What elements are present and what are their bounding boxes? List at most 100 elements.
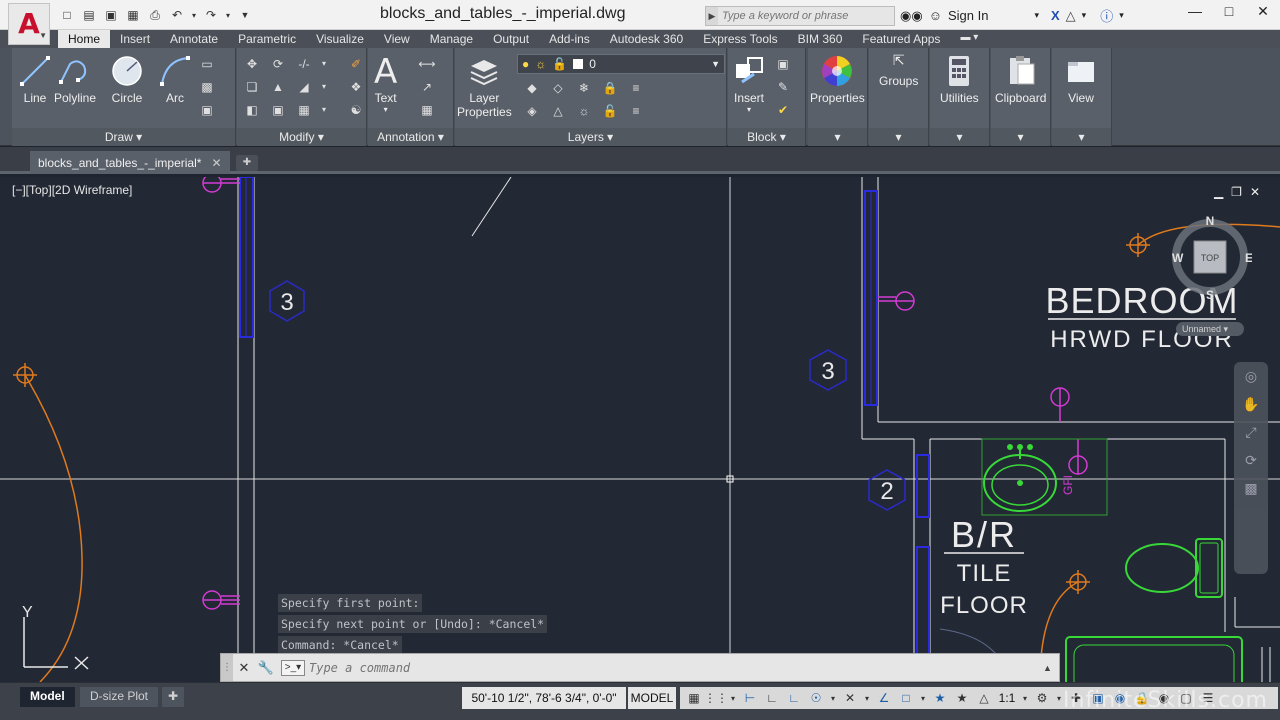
outlet-symbol[interactable]: [878, 291, 915, 311]
sink-fixture[interactable]: [983, 444, 1057, 512]
layer-unlock-icon[interactable]: 🔓: [552, 57, 567, 71]
array-dropdown-icon[interactable]: ▾: [319, 100, 329, 119]
modify-panel-title[interactable]: Modify ▾: [237, 128, 366, 146]
window-tag[interactable]: 3: [809, 349, 847, 391]
tab-view[interactable]: View: [374, 30, 420, 48]
drawing-area[interactable]: [−][Top][2D Wireframe] ▁ ❐ ✕ 3 GFI 3 2 B…: [0, 177, 1280, 682]
help-search[interactable]: ▶: [705, 6, 895, 26]
annotation-scale-icon[interactable]: △: [974, 689, 994, 707]
infer-constraints-icon[interactable]: ⊢: [740, 689, 760, 707]
annotation-visibility-icon[interactable]: ★: [930, 689, 950, 707]
minimize-icon[interactable]: —: [1178, 0, 1212, 22]
layer-on-icon[interactable]: ●: [522, 57, 529, 71]
mirror-icon[interactable]: ▲: [267, 77, 289, 96]
edit-attributes-icon[interactable]: ✔: [772, 100, 794, 119]
coordinate-readout[interactable]: 50'-10 1/2", 78'-6 3/4", 0'-0": [462, 687, 626, 709]
a360-dropdown-icon[interactable]: ▾: [1082, 10, 1087, 21]
viewcube[interactable]: TOP N S W E Unnamed ▾: [1168, 214, 1253, 336]
undo-icon[interactable]: ↶: [168, 6, 186, 24]
ribbon-options-icon[interactable]: ▬ ▾: [950, 30, 988, 48]
auto-scale-icon[interactable]: ★: [952, 689, 972, 707]
properties-expand-icon[interactable]: ▾: [808, 128, 867, 146]
layer-dropdown[interactable]: ● ☼ 🔓 0 ▼: [517, 54, 725, 74]
window-tag[interactable]: 3: [269, 280, 305, 322]
utilities-expand-icon[interactable]: ▾: [930, 128, 989, 146]
arc-button[interactable]: Arc: [158, 54, 192, 105]
boundary-icon[interactable]: ▣: [196, 100, 218, 119]
viewcube-compass[interactable]: TOP N S W E: [1168, 214, 1253, 302]
compass-west[interactable]: W: [1172, 251, 1184, 265]
outlet-symbol[interactable]: [1050, 387, 1070, 422]
new-tab-icon[interactable]: ✚: [236, 155, 258, 171]
compass-north[interactable]: N: [1206, 214, 1215, 228]
tab-autodesk-360[interactable]: Autodesk 360: [600, 30, 693, 48]
polar-tracking-icon[interactable]: ☉: [806, 689, 826, 707]
insert-button[interactable]: Insert ▾: [732, 54, 766, 114]
gfi-outlet-symbol[interactable]: GFI: [1061, 439, 1088, 495]
window-block[interactable]: [916, 454, 930, 518]
workspace-gear-icon[interactable]: ⚙: [1032, 689, 1052, 707]
showmotion-icon[interactable]: ▩: [1234, 474, 1268, 502]
layers-panel-title[interactable]: Layers ▾: [455, 128, 726, 146]
model-space-button[interactable]: MODEL: [628, 687, 676, 709]
block-panel-title[interactable]: Block ▾: [728, 128, 805, 146]
undo-dropdown-icon[interactable]: ▾: [190, 6, 198, 24]
command-input[interactable]: [309, 660, 1043, 675]
leader-icon[interactable]: ↗: [416, 77, 438, 96]
create-block-icon[interactable]: ▣: [772, 54, 794, 73]
command-line-grip-icon[interactable]: ⋮: [221, 654, 233, 681]
light-fixture[interactable]: [1126, 233, 1150, 257]
view-panel[interactable]: View ▾: [1052, 48, 1112, 146]
edit-block-icon[interactable]: ✎: [772, 77, 794, 96]
toilet-fixture[interactable]: [1125, 538, 1223, 598]
open-folder-icon[interactable]: ▤: [80, 6, 98, 24]
compass-south[interactable]: S: [1206, 288, 1214, 302]
groups-button[interactable]: ⇱ Groups: [879, 52, 918, 88]
circle-button[interactable]: Circle: [110, 54, 144, 105]
customize-qat-icon[interactable]: ▼: [236, 6, 254, 24]
light-fixture[interactable]: [1066, 570, 1090, 594]
orbit-icon[interactable]: ⟳: [1234, 446, 1268, 474]
layer-properties-button[interactable]: Layer Properties: [457, 54, 512, 119]
layout-tab-d-size-plot[interactable]: D-size Plot: [80, 687, 159, 707]
annotation-scale-value[interactable]: 1:1: [996, 689, 1018, 707]
layer-match-icon[interactable]: ≡: [625, 78, 647, 97]
clipboard-panel[interactable]: Clipboard ▾: [991, 48, 1051, 146]
layer-make-current-icon[interactable]: ◈: [521, 101, 543, 120]
isodraft-dropdown-icon[interactable]: ▾: [862, 689, 872, 707]
layer-unisolate-icon[interactable]: △: [547, 101, 569, 120]
text-dropdown-icon[interactable]: ▾: [384, 105, 388, 114]
rotate-icon[interactable]: ⟳: [267, 54, 289, 73]
close-icon[interactable]: ✕: [1246, 0, 1280, 22]
properties-panel[interactable]: Properties ▾: [808, 48, 868, 146]
help-search-input[interactable]: [718, 10, 888, 22]
viewport-minimize-icon[interactable]: ▁: [1214, 185, 1223, 199]
outlet-symbol[interactable]: [202, 177, 240, 193]
tab-home[interactable]: Home: [58, 30, 111, 48]
tab-bim-360[interactable]: BIM 360: [788, 30, 853, 48]
isodraft-icon[interactable]: ✕: [840, 689, 860, 707]
save-as-icon[interactable]: ▦: [124, 6, 142, 24]
drawn-line[interactable]: [471, 177, 512, 237]
outlet-symbol[interactable]: [202, 590, 240, 610]
utilities-button[interactable]: Utilities: [940, 54, 979, 105]
fillet-dropdown-icon[interactable]: ▾: [319, 77, 329, 96]
command-history-expand-icon[interactable]: ▲: [1043, 663, 1059, 673]
sign-in-dropdown-icon[interactable]: ▾: [1034, 10, 1039, 21]
viewport-restore-icon[interactable]: ❐: [1231, 185, 1242, 199]
plot-icon[interactable]: ⎙: [146, 6, 164, 24]
tab-featured-apps[interactable]: Featured Apps: [852, 30, 950, 48]
bathtub-fixture[interactable]: [1065, 636, 1243, 682]
line-button[interactable]: Line: [18, 54, 52, 105]
command-line-customize-icon[interactable]: 🔧: [255, 660, 277, 676]
object-snap-icon[interactable]: □: [896, 689, 916, 707]
object-snap-dropdown-icon[interactable]: ▾: [918, 689, 928, 707]
clipboard-expand-icon[interactable]: ▾: [991, 128, 1050, 146]
layer-lock-icon[interactable]: 🔒: [599, 78, 621, 97]
offset-icon[interactable]: ☯: [345, 100, 367, 119]
tab-parametric[interactable]: Parametric: [228, 30, 306, 48]
layout-tab-model[interactable]: Model: [20, 687, 75, 707]
annotation-scale-dropdown-icon[interactable]: ▾: [1020, 689, 1030, 707]
dynamic-input-icon[interactable]: ∟: [762, 689, 782, 707]
trim-icon[interactable]: -/-: [293, 54, 315, 73]
